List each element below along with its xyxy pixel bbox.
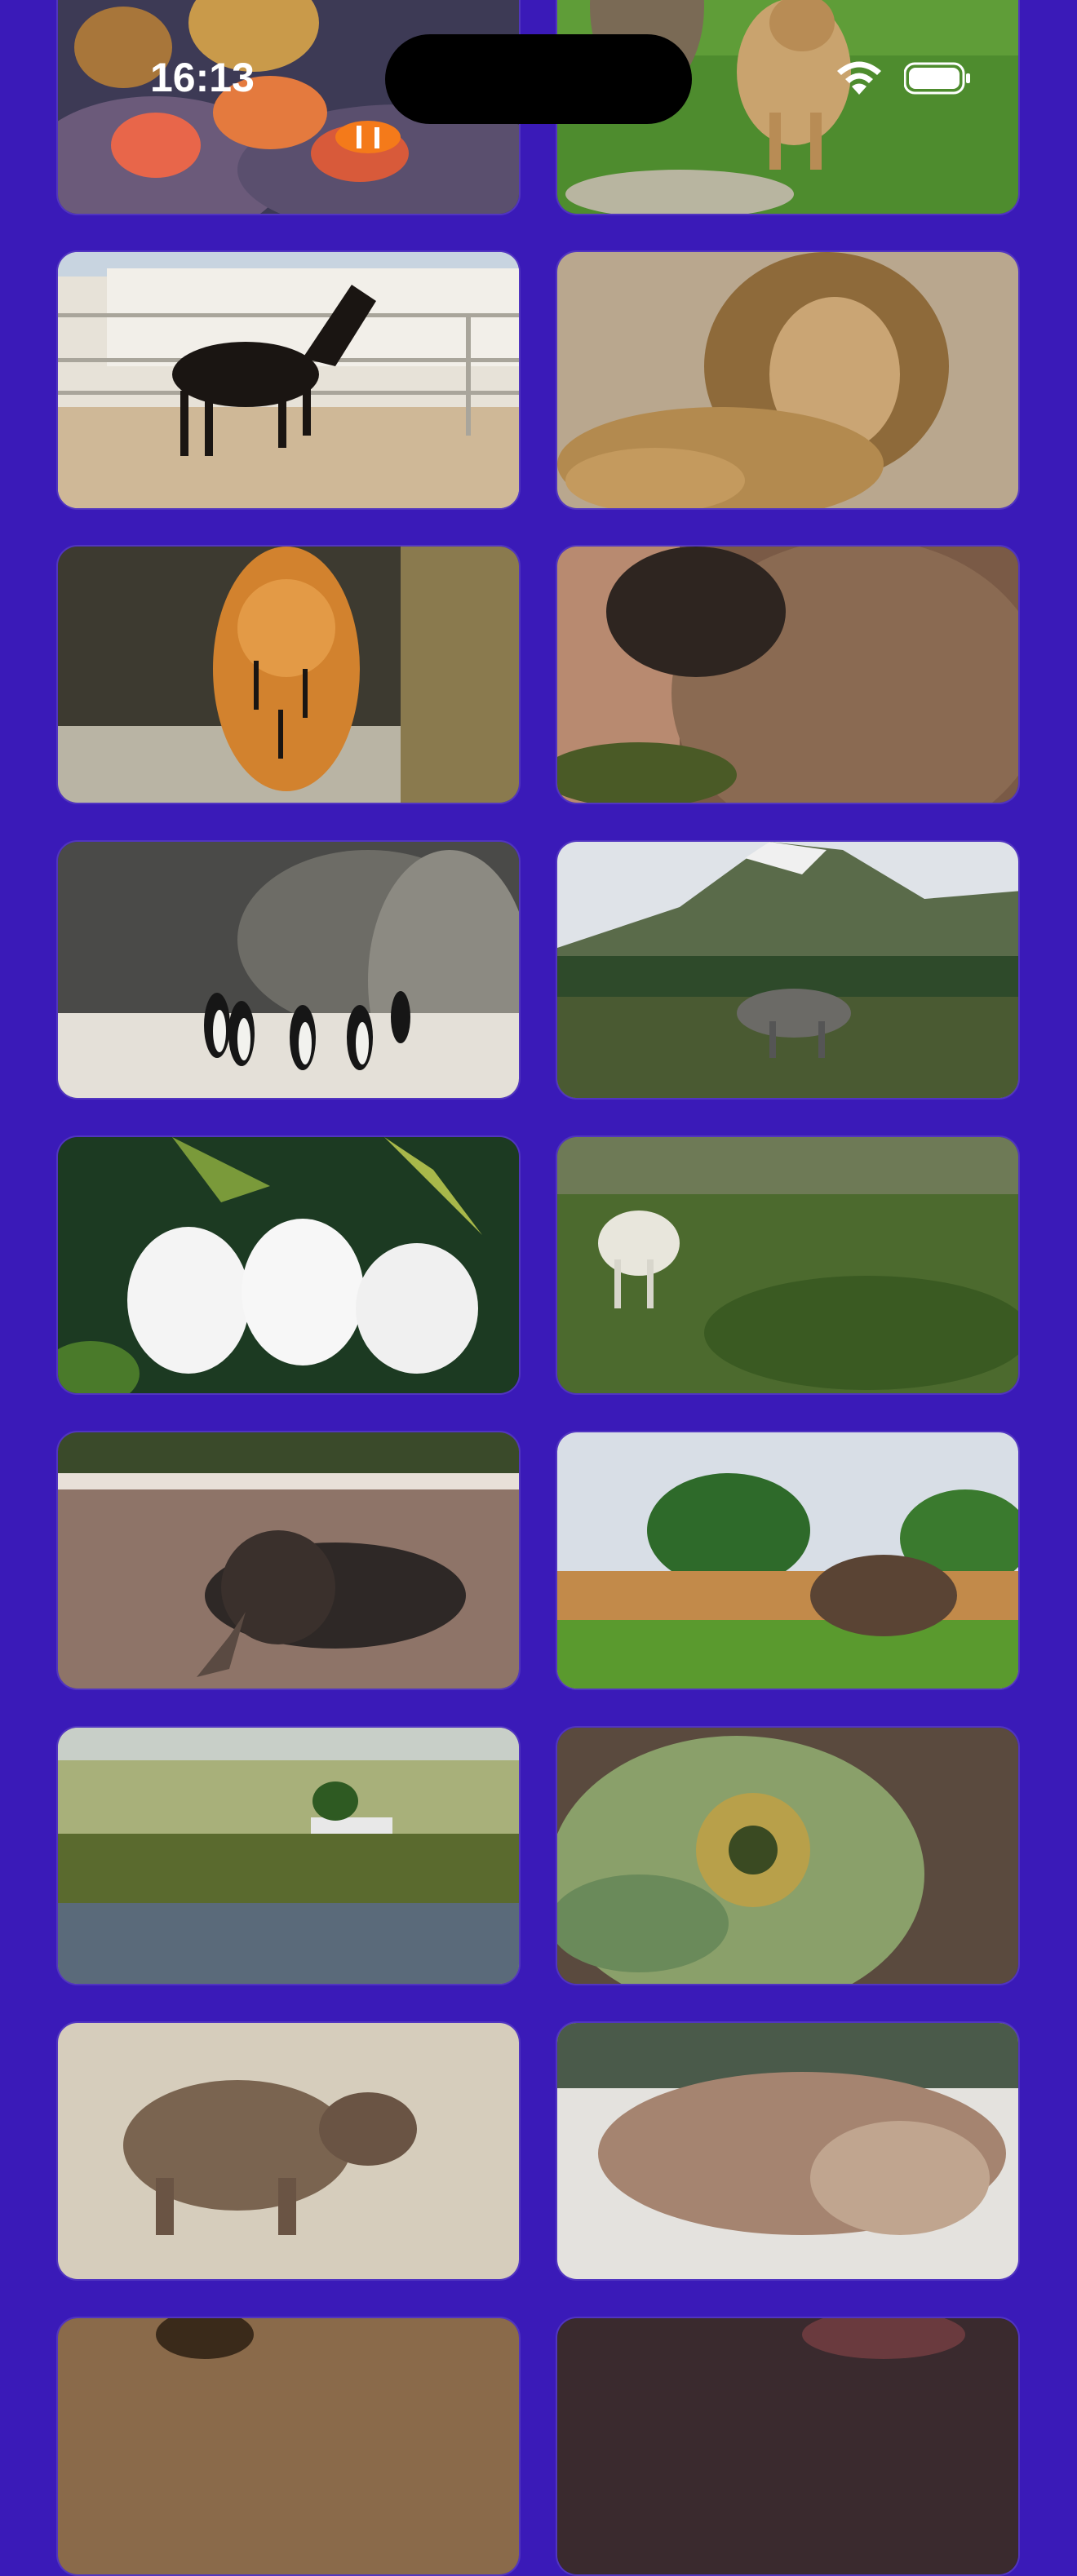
video-tile-elephant-water[interactable]: elephant-in-water xyxy=(56,1431,521,1690)
video-tile-elephant-savanna[interactable]: elephant-savanna xyxy=(556,1431,1020,1690)
video-tile-horse-mountain[interactable]: horse-grazing-mountain xyxy=(556,840,1020,1100)
video-tile-white-horse[interactable]: white-horse-hillside xyxy=(556,1135,1020,1395)
video-gallery-grid: clownfish-coral-reef lioness-walking xyxy=(0,0,1077,2576)
video-tile-zebras[interactable]: zebras-river xyxy=(56,1726,521,1985)
video-tile-tiger[interactable]: tiger-walking xyxy=(56,545,521,804)
video-tile-lioness[interactable]: lioness-walking xyxy=(556,0,1020,215)
video-tile-black-horse[interactable]: black-horse-trotting xyxy=(56,250,521,510)
video-tile-rabbits[interactable]: three-white-rabbits xyxy=(56,1135,521,1395)
video-tile-chameleon[interactable]: chameleon-closeup xyxy=(556,1726,1020,1985)
video-tile-rhinoceros[interactable]: rhinoceros xyxy=(56,2021,521,2281)
video-tile-partial[interactable]: animal-partial xyxy=(556,2317,1020,2576)
video-tile-giraffe[interactable]: giraffe-partial xyxy=(56,2317,521,2576)
video-tile-bear[interactable]: bear-closeup xyxy=(556,545,1020,804)
video-tile-penguins[interactable]: penguins-walking xyxy=(56,840,521,1100)
video-tile-lion[interactable]: lion-lying xyxy=(556,250,1020,510)
video-tile-clownfish[interactable]: clownfish-coral-reef xyxy=(56,0,521,215)
video-tile-sea-lion[interactable]: sea-lion-sleeping xyxy=(556,2021,1020,2281)
